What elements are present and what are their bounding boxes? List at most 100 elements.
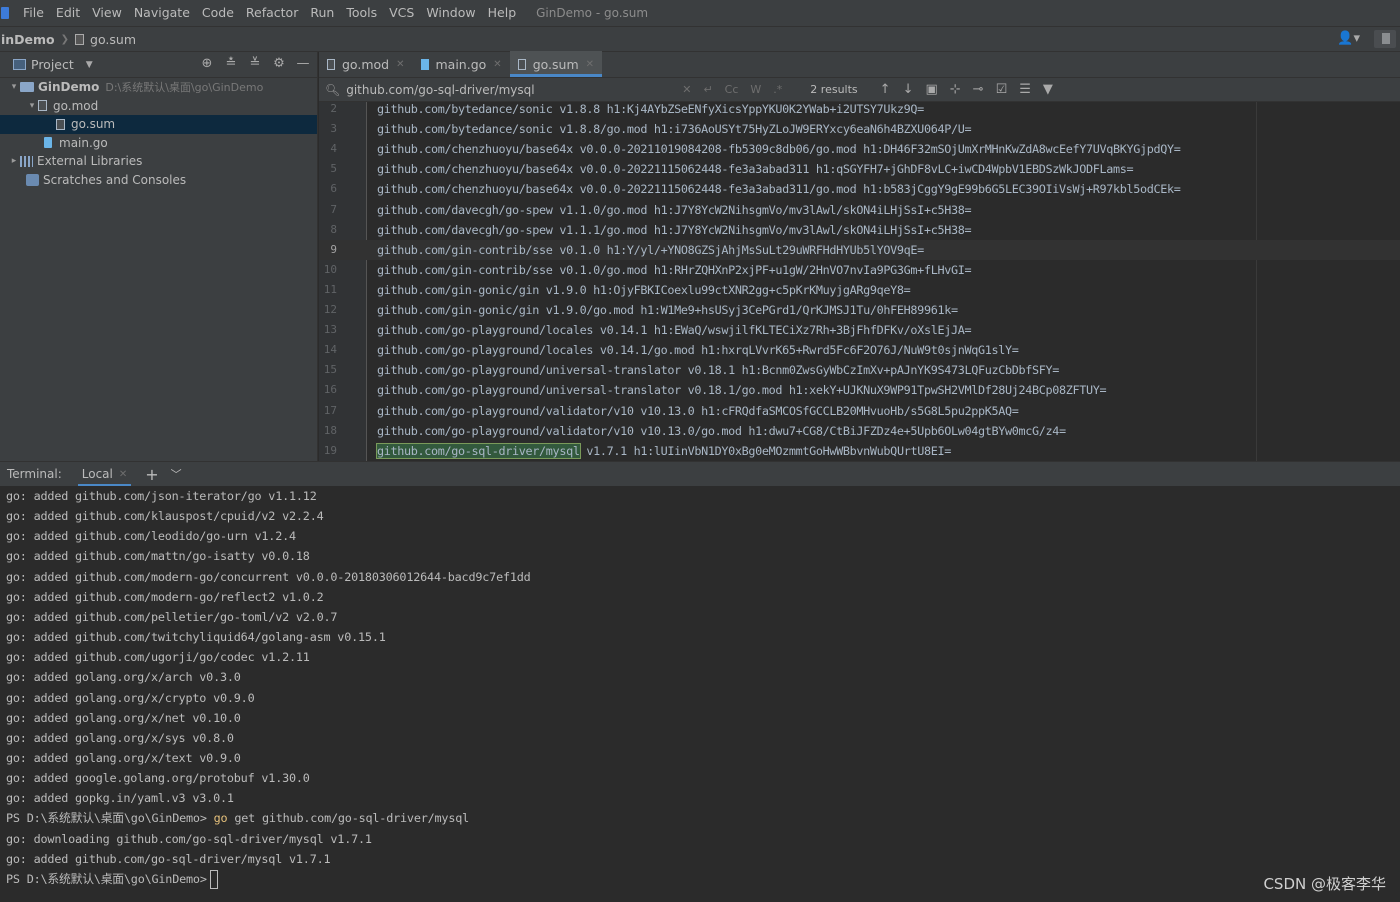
menu-code[interactable]: Code xyxy=(196,0,240,26)
tree-item-label: go.mod xyxy=(53,98,99,113)
menu-file[interactable]: File xyxy=(17,0,50,26)
tree-item-label: main.go xyxy=(59,135,108,150)
terminal-line-text: go: downloading github.com/go-sql-driver… xyxy=(6,831,372,846)
regex-toggle[interactable]: .* xyxy=(773,83,782,96)
file-icon xyxy=(56,118,65,130)
next-occurrence-icon[interactable]: ↓ xyxy=(903,82,914,97)
close-icon[interactable]: ✕ xyxy=(493,59,501,70)
tree-item[interactable]: ▸ External Libraries xyxy=(0,152,317,171)
chevron-down-icon[interactable]: ▾ xyxy=(26,101,38,111)
previous-occurrence-icon[interactable]: ↑ xyxy=(880,82,891,97)
line-number: 12 xyxy=(323,303,337,316)
close-icon[interactable]: ✕ xyxy=(586,59,594,70)
filter-icon[interactable]: ▼ xyxy=(1043,82,1053,97)
toolbar-right-button[interactable] xyxy=(1374,30,1396,48)
menu-help[interactable]: Help xyxy=(482,0,523,26)
terminal-line-text: go: added golang.org/x/crypto v0.9.0 xyxy=(6,690,255,705)
code-line: 14 github.com/go-playground/locales v0.14… xyxy=(319,340,1400,360)
menu-view[interactable]: View xyxy=(86,0,128,26)
chevron-down-icon[interactable]: ▾ xyxy=(8,82,20,92)
file-icon xyxy=(38,100,47,112)
terminal-line: PS D:\系统默认\桌面\go\GinDemo> xyxy=(6,869,218,889)
editor-tab[interactable]: main.go ✕ xyxy=(413,51,510,77)
close-icon[interactable]: ✕ xyxy=(396,59,404,70)
code-line-text: github.com/davecgh/go-spew v1.1.1/go.mod… xyxy=(377,222,972,237)
terminal-line: go: added github.com/klauspost/cpuid/v2 … xyxy=(6,506,324,526)
code-line: 11 github.com/gin-gonic/gin v1.9.0 h1:Ojy… xyxy=(319,280,1400,300)
terminal-cursor xyxy=(209,869,218,889)
menu-edit[interactable]: Edit xyxy=(50,0,86,26)
code-line-text: github.com/go-playground/validator/v10 v… xyxy=(377,403,1019,418)
breadcrumb-project[interactable]: inDemo xyxy=(0,32,55,47)
remove-selection-icon[interactable]: ⊸ xyxy=(973,82,984,97)
code-line: 15 github.com/go-playground/universal-tra… xyxy=(319,360,1400,380)
menu-refactor[interactable]: Refactor xyxy=(240,0,304,26)
code-editor[interactable]: 2 github.com/bytedance/sonic v1.8.8 h1:Kj… xyxy=(319,102,1400,461)
terminal-line: go: added gopkg.in/yaml.v3 v3.0.1 xyxy=(6,788,234,808)
terminal-line: go: added github.com/ugorji/go/codec v1.… xyxy=(6,647,310,667)
terminal-line-text: go: added github.com/modern-go/reflect2 … xyxy=(6,589,324,604)
close-icon[interactable]: ✕ xyxy=(119,469,127,480)
expand-all-icon[interactable]: ≛ xyxy=(223,56,239,72)
code-line-text: github.com/gin-contrib/sse v0.1.0/go.mod… xyxy=(377,262,972,277)
collapse-all-icon[interactable]: ≚ xyxy=(247,56,263,72)
terminal-tab-label: Local xyxy=(81,467,113,481)
new-line-icon[interactable]: ↵ xyxy=(703,83,712,96)
terminal-line: go: added github.com/modern-go/concurren… xyxy=(6,567,531,587)
editor-tab[interactable]: go.sum ✕ xyxy=(509,51,603,77)
tree-item[interactable]: go.sum xyxy=(0,115,317,134)
terminal-line-text: go: added golang.org/x/sys v0.8.0 xyxy=(6,730,234,745)
menu-vcs[interactable]: VCS xyxy=(383,0,420,26)
line-number: 4 xyxy=(330,142,337,156)
code-line: 16 github.com/go-playground/universal-tra… xyxy=(319,380,1400,400)
tree-item[interactable]: ▾ GinDemo D:\系统默认\桌面\go\GinDemo xyxy=(0,78,317,97)
user-icon[interactable]: 👤▾ xyxy=(1337,31,1360,46)
add-terminal-icon[interactable]: + xyxy=(145,465,158,484)
menu-navigate[interactable]: Navigate xyxy=(128,0,196,26)
editor-tabs: go.mod ✕ main.go ✕ go.sum ✕ xyxy=(319,51,1400,78)
terminal-tab-local[interactable]: Local ✕ xyxy=(77,462,132,487)
chevron-down-icon[interactable]: ﹀ xyxy=(171,466,182,482)
menu-window[interactable]: Window xyxy=(420,0,481,26)
terminal-line: go: added github.com/pelletier/go-toml/v… xyxy=(6,607,338,627)
tree-item[interactable]: ▾ go.mod xyxy=(0,97,317,116)
editor-tab[interactable]: go.mod ✕ xyxy=(319,51,413,77)
locate-icon[interactable]: ⊕ xyxy=(199,56,215,72)
project-view-selector[interactable]: Project xyxy=(31,57,74,72)
whole-words-toggle[interactable]: W xyxy=(750,83,761,96)
select-all-icon[interactable]: ☑ xyxy=(996,82,1008,97)
tree-item[interactable]: Scratches and Consoles xyxy=(0,171,317,190)
terminal-line-text: go: added github.com/modern-go/concurren… xyxy=(6,569,531,584)
breadcrumb-file[interactable]: go.sum xyxy=(90,32,136,47)
search-results-count: 2 results xyxy=(810,83,858,96)
project-tool-window: Project ▼ ⊕ ≛ ≚ ⚙ — ▾ GinDemo D:\系统默认\桌面\g… xyxy=(0,52,318,461)
code-line: 2 github.com/bytedance/sonic v1.8.8 h1:Kj… xyxy=(319,102,1400,119)
minimize-icon[interactable]: — xyxy=(295,56,311,72)
code-line-text: github.com/go-playground/locales v0.14.1… xyxy=(377,323,972,338)
terminal-line: go: added github.com/twitchyliquid64/gol… xyxy=(6,627,386,647)
chevron-down-icon[interactable]: ▼ xyxy=(86,60,93,70)
terminal-line: PS D:\系统默认\桌面\go\GinDemo> go get github.… xyxy=(6,808,469,828)
chevron-right-icon[interactable]: ▸ xyxy=(8,156,20,166)
tree-item[interactable]: main.go xyxy=(0,134,317,153)
tree-item-label: go.sum xyxy=(71,117,116,132)
folder-icon xyxy=(20,82,34,93)
code-line: 19 github.com/go-sql-driver/mysql v1.7.1 … xyxy=(319,441,1400,461)
filter-options-icon[interactable]: ☰ xyxy=(1019,82,1031,97)
terminal-output[interactable]: go: added github.com/json-iterator/go v1… xyxy=(0,486,1400,902)
gear-icon[interactable]: ⚙ xyxy=(271,56,287,72)
menu-tools[interactable]: Tools xyxy=(340,0,383,26)
menu-run[interactable]: Run xyxy=(304,0,340,26)
match-case-toggle[interactable]: Cc xyxy=(725,83,739,96)
code-line-text: github.com/davecgh/go-spew v1.1.0/go.mod… xyxy=(377,202,972,217)
terminal-line: go: downloading github.com/go-sql-driver… xyxy=(6,829,372,849)
file-icon xyxy=(517,58,526,70)
clear-search-icon[interactable]: ✕ xyxy=(682,83,691,96)
code-line: 6 github.com/chenzhuoyu/base64x v0.0.0-20… xyxy=(319,179,1400,199)
open-in-window-icon[interactable]: ▣ xyxy=(925,82,937,97)
search-input[interactable] xyxy=(346,82,677,97)
breadcrumb-separator-icon: ❯ xyxy=(60,33,70,45)
project-header: Project ▼ ⊕ ≛ ≚ ⚙ — xyxy=(0,52,317,78)
scratches-icon xyxy=(26,173,39,186)
add-selection-icon[interactable]: ⊹ xyxy=(950,82,961,97)
